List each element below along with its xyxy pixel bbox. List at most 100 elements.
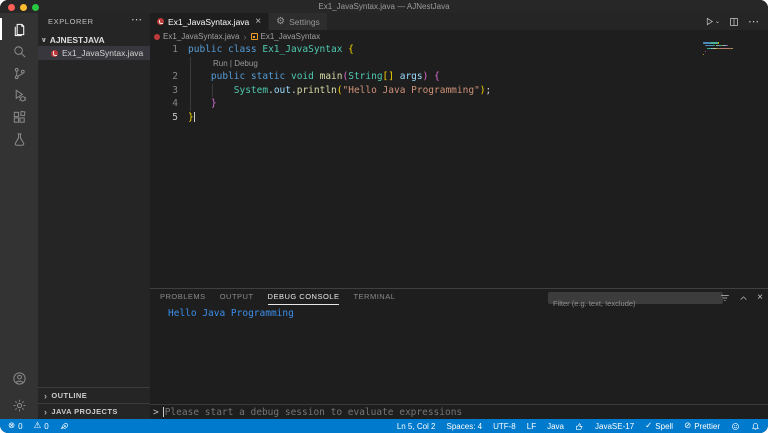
code-line: 2 public static void main(String[] args)… — [150, 70, 768, 84]
codelens-run-debug[interactable]: Run | Debug — [213, 59, 258, 68]
status-item-check[interactable]: ✓Spell — [645, 421, 673, 431]
search-icon[interactable] — [0, 43, 38, 59]
split-editor-icon[interactable] — [729, 17, 739, 27]
chevron-right-icon: › — [44, 391, 47, 401]
status-item-bell[interactable] — [751, 422, 760, 431]
file-row[interactable]: Ex1_JavaSyntax.java — [38, 46, 150, 60]
code-token: ; — [486, 85, 492, 96]
panel-tab-debug-console[interactable]: DEBUG CONSOLE — [268, 289, 340, 305]
minimap[interactable] — [703, 42, 755, 62]
debug-console-input[interactable]: > Please start a debug session to evalua… — [150, 404, 768, 419]
folder-row[interactable]: ∨ AJNESTJAVA — [38, 33, 150, 46]
line-number: 1 — [150, 43, 178, 57]
sidebar-section-outline[interactable]: › OUTLINE — [38, 387, 150, 403]
code-token: System — [234, 85, 268, 96]
line-number: 2 — [150, 70, 178, 84]
code-token: void — [291, 71, 314, 82]
explorer-icon[interactable] — [0, 21, 38, 37]
status-item-thumbsup[interactable] — [575, 422, 584, 431]
status-item-lf[interactable]: LF — [527, 422, 536, 431]
status-label: Prettier — [694, 422, 720, 431]
manage-gear-icon[interactable] — [0, 395, 38, 415]
minimap-line — [718, 48, 731, 50]
status-item-warning[interactable]: ⚠0 — [34, 421, 49, 431]
activity-bar — [0, 13, 38, 419]
tab-settings[interactable]: ⚙ Settings — [268, 13, 327, 30]
panel-tab-output[interactable]: OUTPUT — [220, 289, 254, 305]
tab-ex1-javasyntax[interactable]: Ex1_JavaSyntax.java × — [150, 13, 268, 30]
code-editor[interactable]: 1public class Ex1_JavaSyntax {Run | Debu… — [150, 43, 768, 288]
gear-icon: ⚙ — [276, 16, 285, 27]
status-item-slash[interactable]: ⊘Prettier — [684, 421, 720, 431]
chevron-down-icon: ∨ — [41, 36, 47, 44]
explorer-more-actions-icon[interactable]: ⋯ — [131, 13, 142, 26]
sidebar-section-java-projects[interactable]: › JAVA PROJECTS — [38, 403, 150, 419]
status-label: Spell — [655, 422, 673, 431]
java-file-error-icon — [51, 50, 58, 57]
symbol-class-icon — [251, 33, 258, 40]
code-token: public class — [188, 44, 262, 55]
status-bar: ⊗0 ⚠0 Ln 5, Col 2 Spaces: 4 UTF-8 LF Java Java… — [0, 419, 768, 433]
status-item-rocket[interactable] — [60, 422, 69, 431]
java-projects-label: JAVA PROJECTS — [51, 407, 117, 416]
maximize-panel-icon[interactable] — [739, 294, 748, 303]
debug-input-placeholder: Please start a debug session to evaluate… — [165, 407, 462, 418]
outline-label: OUTLINE — [51, 391, 87, 400]
editor-actions: ⌄ ⋯ — [705, 13, 760, 30]
codelens-row: Run | Debug — [150, 57, 768, 71]
chevron-right-icon: › — [44, 407, 47, 417]
minimap-line — [713, 45, 715, 47]
minimap-line — [703, 42, 710, 44]
testing-icon[interactable] — [0, 131, 38, 147]
extensions-icon[interactable] — [0, 109, 38, 125]
status-label: UTF-8 — [493, 422, 516, 431]
close-panel-icon[interactable]: × — [757, 293, 763, 303]
filter-input[interactable] — [549, 299, 722, 309]
minimap-line — [705, 45, 713, 47]
indent-guide — [212, 84, 213, 98]
status-item-java[interactable]: Java — [547, 422, 564, 431]
code-token — [188, 85, 234, 96]
code-token: Ex1_JavaSyntax — [262, 44, 342, 55]
breadcrumb-separator: › — [244, 32, 247, 42]
minimap-line — [727, 45, 728, 47]
status-item-ln-5-col-2[interactable]: Ln 5, Col 2 — [397, 422, 436, 431]
panel-tab-problems[interactable]: PROBLEMS — [160, 289, 206, 305]
breadcrumb-file[interactable]: Ex1_JavaSyntax.java — [154, 32, 240, 41]
status-label: 0 — [44, 422, 48, 431]
breadcrumb: Ex1_JavaSyntax.java › Ex1_JavaSyntax — [150, 30, 768, 43]
status-label: LF — [527, 422, 536, 431]
accounts-icon[interactable] — [0, 368, 38, 388]
status-item-spaces-4[interactable]: Spaces: 4 — [447, 422, 483, 431]
run-dropdown-chevron-icon[interactable]: ⌄ — [715, 18, 720, 25]
tab-label: Settings — [289, 17, 320, 27]
filter-box — [548, 292, 723, 304]
folder-name: AJNESTJAVA — [50, 35, 105, 45]
code-line: 1public class Ex1_JavaSyntax { — [150, 43, 768, 57]
panel-tab-terminal[interactable]: TERMINAL — [353, 289, 395, 305]
more-actions-icon[interactable]: ⋯ — [748, 15, 760, 28]
run-debug-icon[interactable] — [0, 87, 38, 103]
code-line: 4 } — [150, 97, 768, 111]
breadcrumb-file-label: Ex1_JavaSyntax.java — [163, 32, 240, 41]
status-item-javase-17[interactable]: JavaSE-17 — [595, 422, 634, 431]
minimap-line — [718, 42, 719, 44]
tab-label: Ex1_JavaSyntax.java — [168, 17, 249, 27]
explorer-sidebar: EXPLORER ⋯ ∨ AJNESTJAVA Ex1_JavaSyntax.j… — [38, 13, 150, 419]
code-token: } — [211, 98, 217, 109]
filter-icon[interactable] — [720, 293, 730, 303]
minimap-line — [703, 54, 704, 56]
status-item-utf-8[interactable]: UTF-8 — [493, 422, 516, 431]
run-java-button[interactable]: ⌄ — [705, 17, 720, 26]
status-item-error[interactable]: ⊗0 — [8, 421, 23, 431]
status-item-feedback[interactable] — [731, 422, 740, 431]
code-token: public static — [211, 71, 291, 82]
file-name: Ex1_JavaSyntax.java — [62, 48, 143, 58]
breadcrumb-class[interactable]: Ex1_JavaSyntax — [251, 32, 321, 41]
java-file-error-icon — [154, 34, 160, 40]
source-control-icon[interactable] — [0, 65, 38, 81]
explorer-header: EXPLORER — [48, 17, 94, 26]
close-tab-icon[interactable]: × — [255, 17, 261, 27]
code-token: args — [400, 71, 423, 82]
code-token: String — [348, 71, 382, 82]
